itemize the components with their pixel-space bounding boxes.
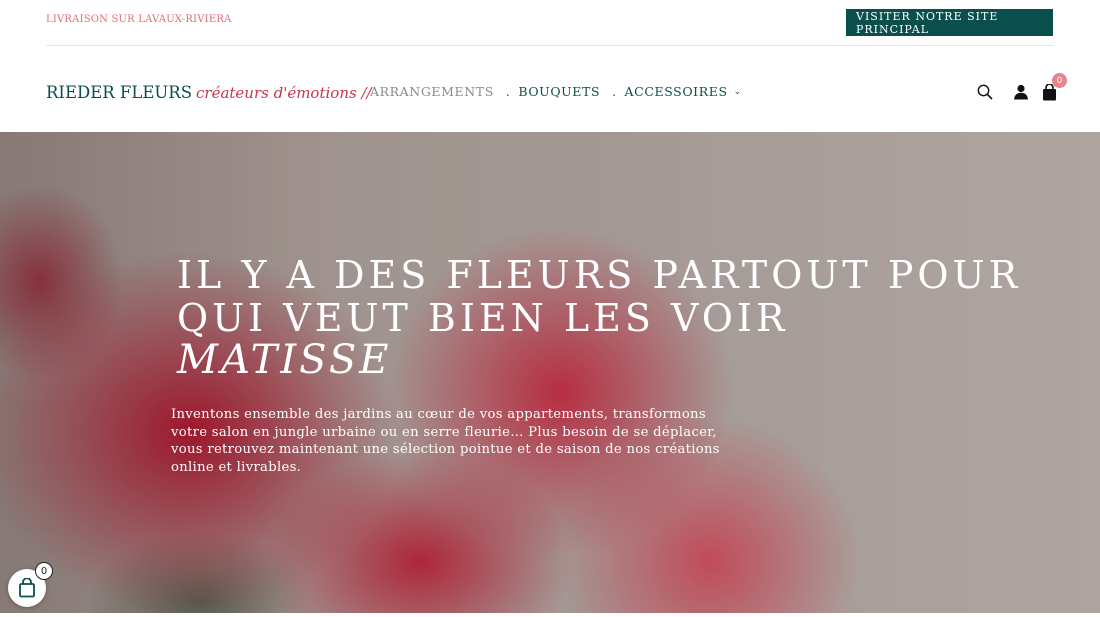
shopping-bag-icon <box>19 578 35 598</box>
hero-quote-author: MATISSE <box>177 337 392 383</box>
nav-separator: . <box>612 84 617 99</box>
floating-cart-count: 0 <box>35 562 53 580</box>
top-bar: LIVRAISON SUR LAVAUX-RIVIERA VISITER NOT… <box>0 0 1100 46</box>
nav-item-accessoires[interactable]: ACCESSOIRES <box>625 84 728 99</box>
hero-description: Inventons ensemble des jardins au cœur d… <box>171 407 720 475</box>
header-icons: 0 <box>966 73 1067 103</box>
shopping-bag-icon[interactable]: 0 <box>1038 73 1067 103</box>
site-logo[interactable]: RIEDER FLEURS créateurs d'émotions // <box>46 83 372 102</box>
hero-image-overlay <box>0 132 1100 613</box>
search-icon[interactable] <box>974 81 996 103</box>
user-icon[interactable] <box>1010 81 1032 103</box>
nav-item-arrangements[interactable]: ARRANGEMENTS <box>370 84 494 99</box>
visit-main-site-button[interactable]: VISITER NOTRE SITE PRINCIPAL <box>846 9 1053 36</box>
cart-count-badge: 0 <box>1052 73 1067 88</box>
nav-item-bouquets[interactable]: BOUQUETS <box>518 84 600 99</box>
nav-separator: . <box>505 84 511 99</box>
hero-banner: IL Y A DES FLEURS PARTOUT POUR QUI VEUT … <box>0 132 1100 613</box>
hero-title: IL Y A DES FLEURS PARTOUT POUR QUI VEUT … <box>177 253 1022 340</box>
logo-tagline: créateurs d'émotions // <box>196 84 372 102</box>
site-header: RIEDER FLEURS créateurs d'émotions // ARR… <box>0 46 1100 132</box>
delivery-notice: LIVRAISON SUR LAVAUX-RIVIERA <box>46 14 232 25</box>
main-nav: ARRANGEMENTS . BOUQUETS . ACCESSOIRES ⌄ <box>370 84 742 99</box>
logo-name: RIEDER FLEURS <box>46 83 193 102</box>
chevron-down-icon[interactable]: ⌄ <box>734 87 742 97</box>
